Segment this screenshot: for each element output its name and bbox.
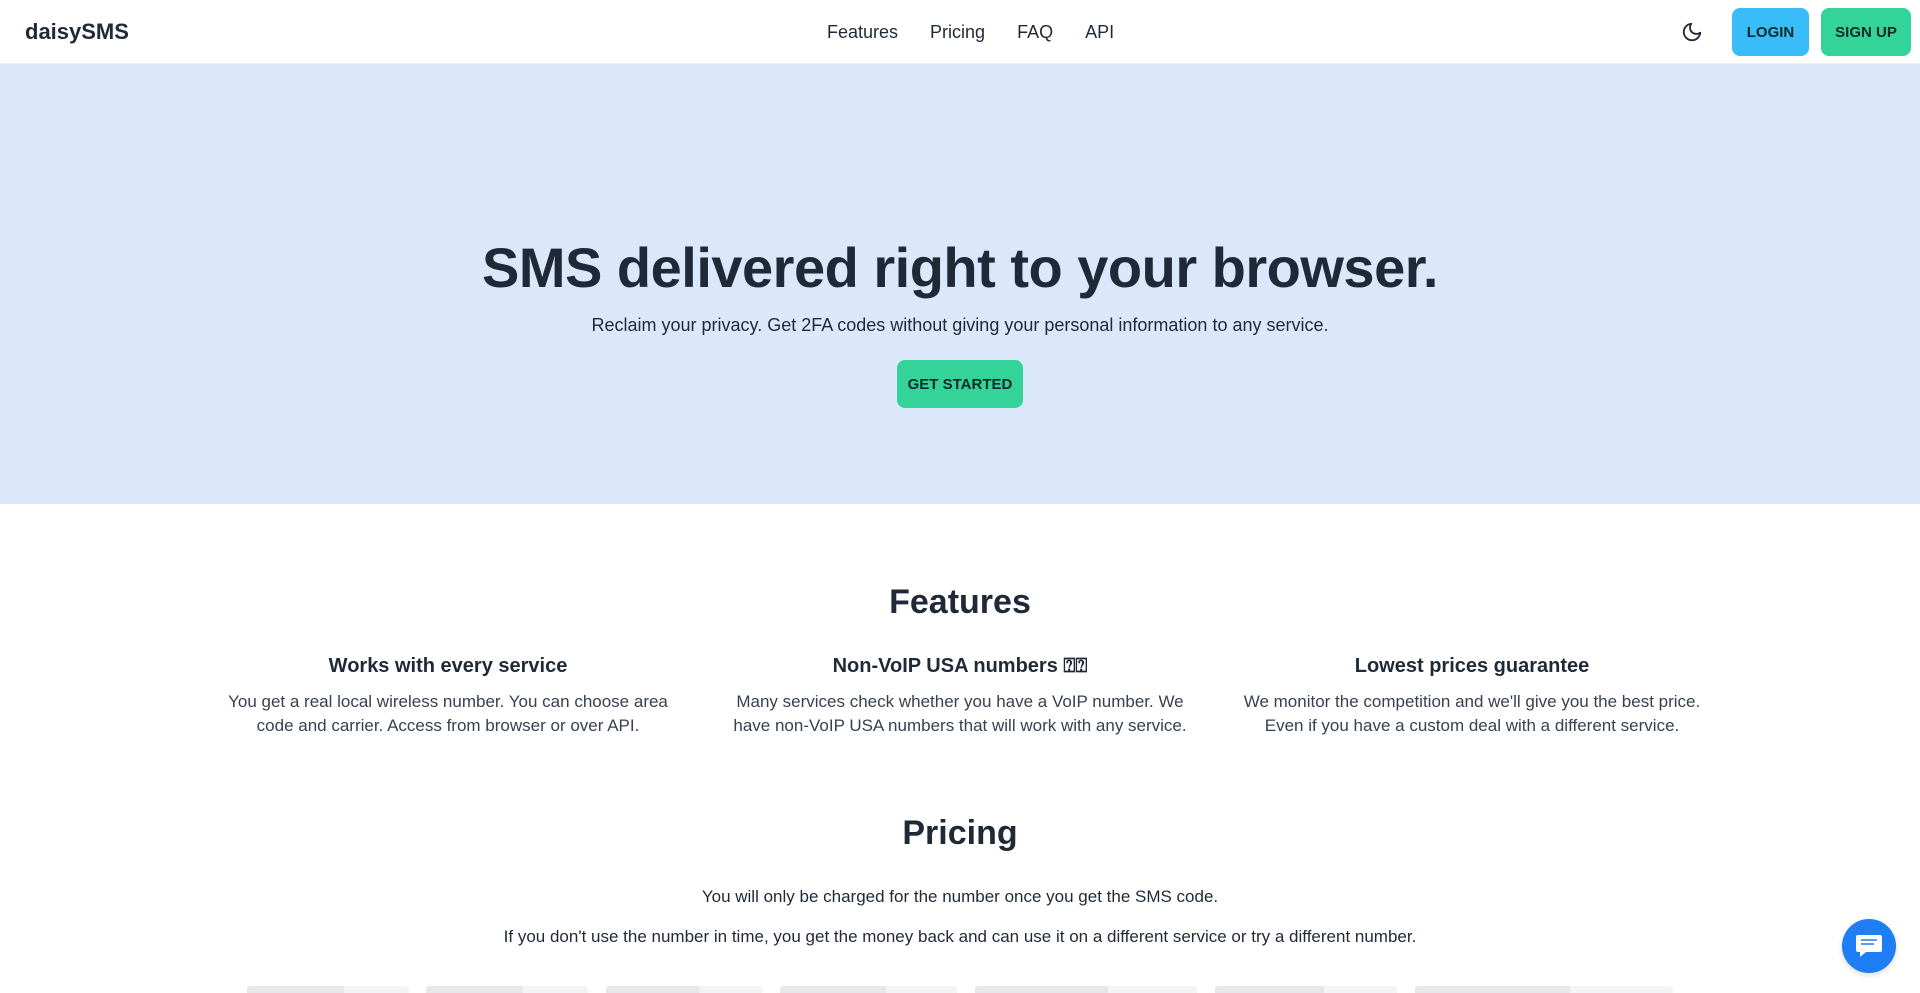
navbar: daisySMS Features Pricing FAQ API LOGIN … — [0, 0, 1920, 64]
feature-text: We monitor the competition and we'll giv… — [1243, 692, 1701, 735]
nav-link-api[interactable]: API — [1085, 22, 1114, 43]
pricing-card-top — [247, 986, 409, 993]
feature-title: Non-VoIP USA numbers ⍰⍰ — [832, 655, 1088, 677]
signup-button[interactable]: SIGN UP — [1821, 8, 1911, 56]
feature-title: Lowest prices guarantee — [1354, 655, 1590, 677]
hero-section: SMS delivered right to your browser. Rec… — [0, 64, 1920, 504]
feature-title: Works with every service — [328, 655, 568, 677]
features-title: Features — [889, 583, 1031, 621]
nav-link-features[interactable]: Features — [827, 22, 898, 43]
feature-card: Lowest prices guarantee We monitor the c… — [1232, 655, 1712, 738]
nav-links: Features Pricing FAQ API — [827, 22, 1146, 43]
hero-subtitle: Reclaim your privacy. Get 2FA codes with… — [591, 315, 1329, 335]
chat-button[interactable] — [1842, 919, 1896, 973]
logo[interactable]: daisySMS — [25, 19, 129, 45]
nav-link-pricing[interactable]: Pricing — [930, 22, 985, 43]
nav-link-faq[interactable]: FAQ — [1017, 22, 1053, 43]
chat-bubble-icon — [1856, 935, 1882, 957]
feature-card: Non-VoIP USA numbers ⍰⍰ Many services ch… — [720, 655, 1200, 738]
pricing-card-top — [975, 986, 1197, 993]
theme-toggle-button[interactable] — [1677, 17, 1707, 47]
get-started-button[interactable]: GET STARTED — [897, 360, 1023, 408]
login-button[interactable]: LOGIN — [1732, 8, 1809, 56]
pricing-note: You will only be charged for the number … — [701, 887, 1219, 906]
pricing-card-top — [1415, 986, 1673, 993]
pricing-card-top — [606, 986, 762, 993]
moon-icon — [1682, 22, 1702, 42]
feature-card: Works with every service You get a real … — [208, 655, 688, 738]
feature-text: You get a real local wireless number. Yo… — [228, 692, 668, 735]
pricing-card-top — [780, 986, 957, 993]
pricing-card-top — [426, 986, 588, 993]
pricing-refund-note: If you don't use the number in time, you… — [503, 927, 1417, 946]
pricing-card-top — [1215, 986, 1397, 993]
pricing-title: Pricing — [902, 814, 1018, 852]
feature-text: Many services check whether you have a V… — [733, 692, 1187, 735]
hero-title: SMS delivered right to your browser. — [482, 236, 1438, 299]
